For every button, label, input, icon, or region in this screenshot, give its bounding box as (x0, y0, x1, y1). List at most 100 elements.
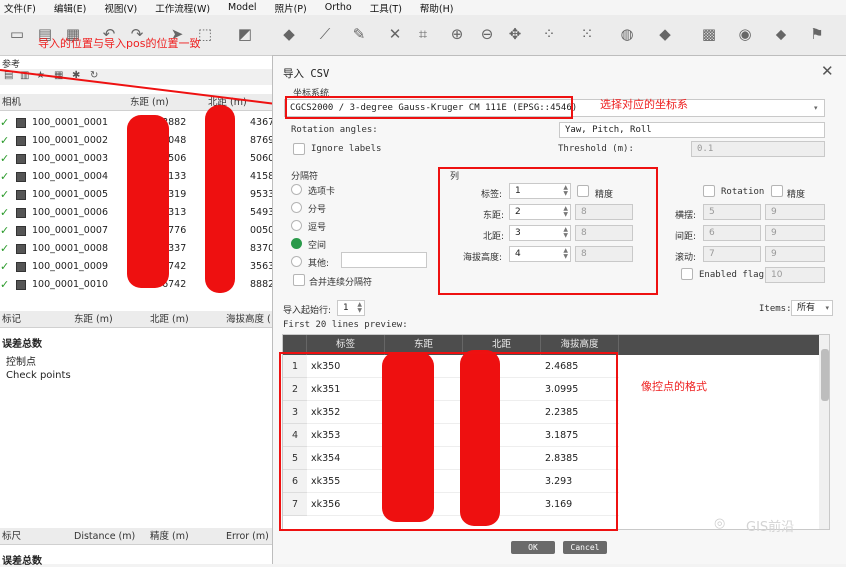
redaction-mark (205, 105, 235, 293)
move-icon[interactable]: ✥ (506, 25, 524, 43)
items-select[interactable]: 所有 ▾ (791, 300, 833, 316)
chevron-down-icon[interactable]: ▾ (814, 104, 818, 112)
marker-table-header: 标记 东距 (m) 北距 (m) 海拔高度 ( (0, 311, 272, 328)
rotation-angles-select[interactable]: Yaw, Pitch, Roll (559, 122, 825, 138)
check-icon[interactable]: ✓ (0, 207, 9, 218)
ignore-labels-checkbox[interactable] (293, 143, 305, 155)
watermark: GIS前沿 (746, 520, 795, 535)
gcp-note: 像控点的格式 (641, 380, 707, 393)
camera-name: 100_0001_0005 (32, 189, 108, 200)
check-icon[interactable]: ✓ (0, 153, 9, 164)
delimiter-tab-label: 选项卡 (308, 187, 336, 197)
camera-northing: 3563 (250, 261, 275, 272)
rotation-accuracy-label: 精度 (787, 190, 806, 200)
col-scale[interactable]: 标尺 (2, 528, 21, 545)
model-icon[interactable]: ◆ (656, 25, 674, 43)
menu-edit[interactable]: 编辑(E) (54, 1, 86, 15)
menu-help[interactable]: 帮助(H) (420, 1, 454, 15)
close-icon[interactable]: ✕ (821, 62, 834, 80)
col-marker[interactable]: 标记 (2, 311, 21, 328)
check-icon[interactable]: ✓ (0, 243, 9, 254)
crop-icon[interactable]: ⌗ (414, 25, 432, 43)
points-icon[interactable]: ⁘ (540, 25, 558, 43)
scrollbar-thumb[interactable] (821, 349, 829, 401)
menu-model[interactable]: Model (228, 2, 257, 13)
preview-scrollbar[interactable] (819, 335, 829, 529)
marker-icon[interactable]: ⬥ (772, 25, 790, 43)
enabled-flag-spinner[interactable]: 10 (765, 267, 825, 283)
camera-northing: 9533 (250, 189, 275, 200)
new-icon[interactable]: ▭ (8, 25, 26, 43)
col-distance[interactable]: Distance (m) (74, 528, 135, 545)
threshold-label: Threshold (m): (558, 144, 634, 154)
menu-ortho[interactable]: Ortho (325, 2, 352, 13)
col-accuracy[interactable]: 精度 (m) (150, 528, 189, 545)
rotation-accuracy-checkbox[interactable] (771, 185, 783, 197)
check-icon[interactable]: ✓ (0, 171, 9, 182)
redaction-mark (127, 115, 169, 288)
col-marker-northing[interactable]: 北距 (m) (150, 311, 189, 328)
delimiter-other-radio[interactable] (291, 256, 302, 267)
total-error-label: 误差总数 (2, 339, 42, 350)
col-marker-easting[interactable]: 东距 (m) (74, 311, 113, 328)
preview-label: First 20 lines preview: (283, 320, 408, 330)
delimiter-semicolon-radio[interactable] (291, 202, 302, 213)
col-marker-alt[interactable]: 海拔高度 ( (226, 311, 271, 328)
flag-icon[interactable]: ⚑ (808, 25, 826, 43)
camera-icon (16, 136, 26, 146)
roll-acc-spinner[interactable]: 9 (765, 246, 825, 262)
menu-photo[interactable]: 照片(P) (275, 1, 307, 15)
camera-icon (16, 280, 26, 290)
start-row-spinner[interactable]: 1 ▲ ▼ (337, 300, 365, 316)
delimiter-space-radio[interactable] (291, 238, 302, 249)
yaw-spinner[interactable]: 5 (703, 204, 761, 220)
brush-icon[interactable]: ✎ (350, 25, 368, 43)
spinner-arrows-icon[interactable]: ▲ ▼ (357, 302, 362, 314)
camera-icon[interactable]: ◉ (736, 25, 754, 43)
delete-icon[interactable]: ✕ (386, 25, 404, 43)
merge-delimiters-checkbox[interactable] (293, 274, 305, 286)
delimiter-tab-radio[interactable] (291, 184, 302, 195)
shape-icon[interactable]: ◩ (236, 25, 254, 43)
threshold-input[interactable]: 0.1 (691, 141, 825, 157)
check-icon[interactable]: ✓ (0, 135, 9, 146)
pitch-spinner[interactable]: 6 (703, 225, 761, 241)
mesh-icon[interactable]: ◍ (618, 25, 636, 43)
polygon-icon[interactable]: ◆ (280, 25, 298, 43)
camera-northing: 0050 (250, 225, 275, 236)
delimiter-comma-radio[interactable] (291, 220, 302, 231)
check-points-item[interactable]: Check points (6, 370, 71, 381)
delimiter-other-input[interactable] (341, 252, 427, 268)
camera-name: 100_0001_0006 (32, 207, 108, 218)
menu-workflow[interactable]: 工作流程(W) (155, 1, 210, 15)
yaw-acc-spinner[interactable]: 9 (765, 204, 825, 220)
enabled-flag-checkbox[interactable] (681, 268, 693, 280)
roll-spinner[interactable]: 7 (703, 246, 761, 262)
control-points-item[interactable]: 控制点 (6, 353, 36, 368)
columns-highlight-box (438, 167, 658, 295)
menu-file[interactable]: 文件(F) (4, 1, 36, 15)
cancel-button[interactable]: Cancel (563, 541, 607, 554)
merge-delimiters-label: 合并连续分隔符 (309, 278, 373, 288)
col-error[interactable]: Error (m) (226, 528, 269, 545)
check-icon[interactable]: ✓ (0, 279, 9, 290)
menu-bar: 文件(F) 编辑(E) 视图(V) 工作流程(W) Model 照片(P) Or… (0, 0, 846, 15)
check-icon[interactable]: ✓ (0, 189, 9, 200)
ok-button[interactable]: OK (511, 541, 555, 554)
zoom-out-icon[interactable]: ⊖ (478, 25, 496, 43)
ruler-icon[interactable]: ⟋ (316, 25, 334, 43)
camera-icon (16, 154, 26, 164)
zoom-in-icon[interactable]: ⊕ (448, 25, 466, 43)
texture-icon[interactable]: ▩ (700, 25, 718, 43)
pitch-acc-spinner[interactable]: 9 (765, 225, 825, 241)
preview-highlight-box (279, 352, 618, 531)
chevron-down-icon[interactable]: ▾ (825, 301, 829, 315)
dense-icon[interactable]: ⁙ (578, 25, 596, 43)
menu-view[interactable]: 视图(V) (104, 1, 137, 15)
pitch-label: 间距: (675, 232, 697, 242)
rotation-checkbox[interactable] (703, 185, 715, 197)
menu-tools[interactable]: 工具(T) (370, 1, 402, 15)
check-icon[interactable]: ✓ (0, 261, 9, 272)
crs-highlight-box (285, 96, 573, 119)
check-icon[interactable]: ✓ (0, 225, 9, 236)
